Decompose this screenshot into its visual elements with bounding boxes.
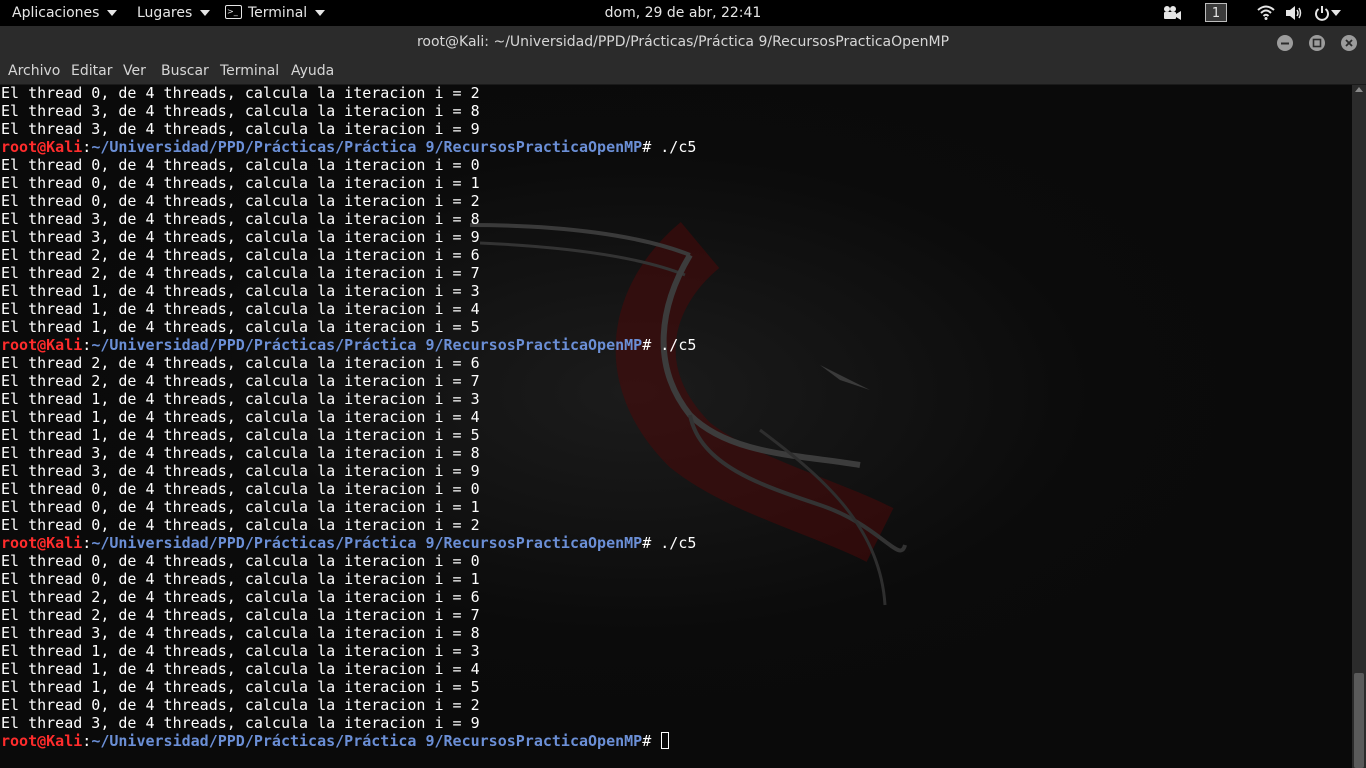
prompt-separator: : (82, 138, 92, 156)
output-line: El thread 1, de 4 threads, calcula la it… (1, 642, 480, 660)
output-line: El thread 3, de 4 threads, calcula la it… (1, 210, 480, 228)
maximize-icon (1312, 38, 1322, 48)
prompt-symbol: # (642, 534, 652, 552)
window-titlebar[interactable]: root@Kali: ~/Universidad/PPD/Prácticas/P… (0, 26, 1366, 60)
terminal-icon: >_ (225, 5, 242, 19)
chevron-down-icon (315, 10, 326, 16)
prompt-symbol: # (642, 732, 652, 750)
wifi-icon[interactable] (1257, 5, 1275, 21)
output-line: El thread 1, de 4 threads, calcula la it… (1, 408, 480, 426)
output-line: El thread 1, de 4 threads, calcula la it… (1, 318, 480, 336)
menu-archivo[interactable]: Archivo (8, 60, 60, 82)
window-title: root@Kali: ~/Universidad/PPD/Prácticas/P… (416, 34, 950, 50)
output-line: El thread 3, de 4 threads, calcula la it… (1, 444, 480, 462)
maximize-button[interactable] (1309, 35, 1325, 51)
output-line: El thread 1, de 4 threads, calcula la it… (1, 660, 480, 678)
output-line: El thread 0, de 4 threads, calcula la it… (1, 174, 480, 192)
menu-bar: Archivo Editar Ver Buscar Terminal Ayuda (0, 60, 1366, 85)
output-line: El thread 0, de 4 threads, calcula la it… (1, 498, 480, 516)
prompt-line: root@Kali:~/Universidad/PPD/Prácticas/Pr… (1, 732, 696, 750)
output-line: El thread 3, de 4 threads, calcula la it… (1, 102, 480, 120)
prompt-path: ~/Universidad/PPD/Prácticas/Práctica 9/R… (91, 732, 643, 750)
top-bar: Aplicaciones Lugares >_ Terminal dom, 29 … (0, 0, 1366, 26)
prompt-line: root@Kali:~/Universidad/PPD/Prácticas/Pr… (1, 138, 696, 156)
menu-ver[interactable]: Ver (123, 60, 146, 82)
prompt-separator: : (82, 336, 92, 354)
menu-editar[interactable]: Editar (71, 60, 112, 82)
close-button[interactable] (1341, 35, 1357, 51)
output-line: El thread 0, de 4 threads, calcula la it… (1, 552, 480, 570)
power-icon[interactable] (1314, 5, 1330, 21)
terminal-lines: El thread 0, de 4 threads, calcula la it… (1, 85, 696, 750)
prompt-symbol: # (642, 336, 652, 354)
prompt-user: root@Kali (1, 336, 83, 354)
close-icon (1345, 39, 1353, 47)
output-line: El thread 1, de 4 threads, calcula la it… (1, 678, 480, 696)
output-line: El thread 2, de 4 threads, calcula la it… (1, 246, 480, 264)
command-text: ./c5 (651, 138, 697, 156)
volume-icon[interactable] (1285, 5, 1303, 21)
output-line: El thread 0, de 4 threads, calcula la it… (1, 696, 480, 714)
output-line: El thread 2, de 4 threads, calcula la it… (1, 588, 480, 606)
command-text (651, 732, 660, 750)
places-label: Lugares (137, 5, 193, 21)
terminal-app-label: Terminal (248, 5, 308, 21)
camera-icon[interactable] (1162, 5, 1182, 21)
applications-menu[interactable]: Aplicaciones (12, 0, 118, 26)
output-line: El thread 0, de 4 threads, calcula la it… (1, 192, 480, 210)
terminal-app-menu[interactable]: >_ Terminal (225, 0, 326, 26)
output-line: El thread 0, de 4 threads, calcula la it… (1, 480, 480, 498)
prompt-path: ~/Universidad/PPD/Prácticas/Práctica 9/R… (91, 138, 643, 156)
output-line: El thread 1, de 4 threads, calcula la it… (1, 390, 480, 408)
chevron-down-icon[interactable] (1331, 10, 1341, 16)
output-line: El thread 0, de 4 threads, calcula la it… (1, 570, 480, 588)
text-cursor[interactable] (661, 732, 670, 749)
menu-ayuda[interactable]: Ayuda (291, 60, 334, 82)
output-line: El thread 3, de 4 threads, calcula la it… (1, 714, 480, 732)
output-line: El thread 3, de 4 threads, calcula la it… (1, 462, 480, 480)
prompt-separator: : (82, 534, 92, 552)
prompt-user: root@Kali (1, 138, 83, 156)
applications-label: Aplicaciones (12, 5, 100, 21)
output-line: El thread 1, de 4 threads, calcula la it… (1, 282, 480, 300)
output-line: El thread 1, de 4 threads, calcula la it… (1, 426, 480, 444)
output-line: El thread 3, de 4 threads, calcula la it… (1, 120, 480, 138)
output-line: El thread 2, de 4 threads, calcula la it… (1, 372, 480, 390)
output-line: El thread 2, de 4 threads, calcula la it… (1, 354, 480, 372)
prompt-path: ~/Universidad/PPD/Prácticas/Práctica 9/R… (91, 534, 643, 552)
prompt-user: root@Kali (1, 534, 83, 552)
output-line: El thread 2, de 4 threads, calcula la it… (1, 606, 480, 624)
workspace-number: 1 (1211, 6, 1221, 21)
chevron-down-icon (200, 10, 211, 16)
menu-buscar[interactable]: Buscar (161, 60, 209, 82)
output-line: El thread 0, de 4 threads, calcula la it… (1, 516, 480, 534)
prompt-path: ~/Universidad/PPD/Prácticas/Práctica 9/R… (91, 336, 643, 354)
command-text: ./c5 (651, 336, 697, 354)
chevron-down-icon (107, 10, 118, 16)
terminal-output[interactable]: El thread 0, de 4 threads, calcula la it… (0, 85, 1352, 768)
output-line: El thread 3, de 4 threads, calcula la it… (1, 228, 480, 246)
workspace-indicator[interactable]: 1 (1205, 3, 1227, 22)
output-line: El thread 0, de 4 threads, calcula la it… (1, 156, 480, 174)
minimize-icon (1281, 42, 1289, 45)
prompt-symbol: # (642, 138, 652, 156)
scroll-up-icon[interactable] (1355, 87, 1363, 92)
clock-label: dom, 29 de abr, 22:41 (604, 5, 762, 21)
menu-terminal[interactable]: Terminal (220, 60, 279, 82)
output-line: El thread 2, de 4 threads, calcula la it… (1, 264, 480, 282)
output-line: El thread 0, de 4 threads, calcula la it… (1, 85, 480, 102)
places-menu[interactable]: Lugares (137, 0, 211, 26)
terminal-scrollbar[interactable] (1352, 85, 1366, 768)
prompt-separator: : (82, 732, 92, 750)
scrollbar-thumb[interactable] (1354, 673, 1364, 768)
prompt-user: root@Kali (1, 732, 83, 750)
output-line: El thread 1, de 4 threads, calcula la it… (1, 300, 480, 318)
minimize-button[interactable] (1277, 35, 1293, 51)
prompt-line: root@Kali:~/Universidad/PPD/Prácticas/Pr… (1, 534, 696, 552)
command-text: ./c5 (651, 534, 697, 552)
output-line: El thread 3, de 4 threads, calcula la it… (1, 624, 480, 642)
prompt-line: root@Kali:~/Universidad/PPD/Prácticas/Pr… (1, 336, 696, 354)
